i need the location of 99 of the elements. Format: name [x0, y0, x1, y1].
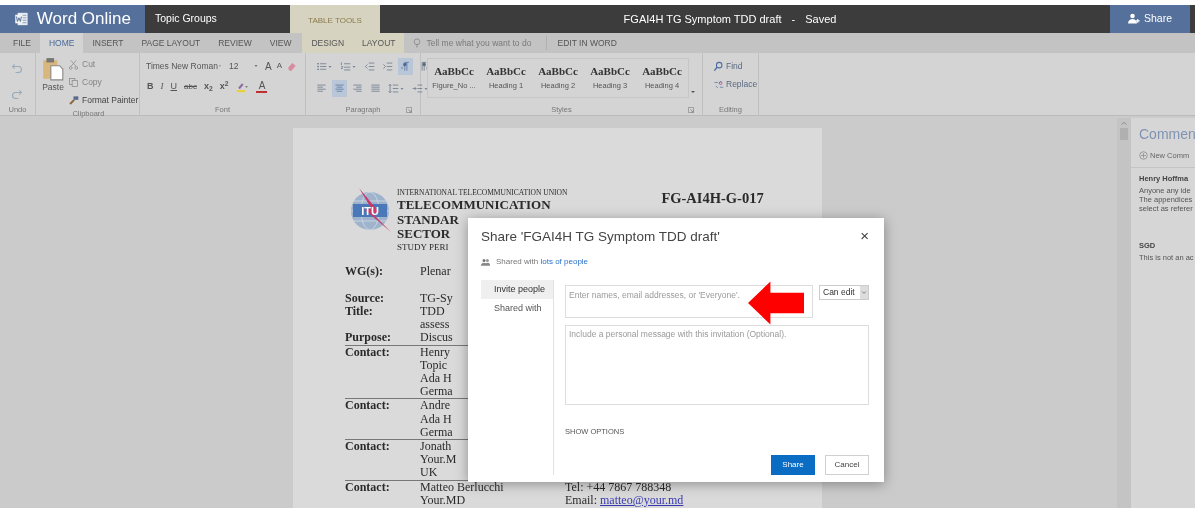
replace-button[interactable]: Replace: [713, 77, 758, 91]
email-link[interactable]: matteo@your.md: [600, 492, 684, 507]
invite-field[interactable]: Enter names, email addresses, or 'Everyone'.: [565, 285, 813, 318]
font-name-dropdown[interactable]: Times New Roman: [144, 58, 224, 74]
copy-icon: [68, 76, 79, 88]
lightbulb-icon: [412, 38, 423, 48]
cancel-button[interactable]: Cancel: [825, 455, 869, 475]
sector-name: STANDAR: [397, 212, 459, 227]
field-label: Contact:: [345, 480, 391, 496]
field-value: Your.MD: [420, 493, 466, 507]
message-field[interactable]: Include a personal message with this invitation (Optional).: [565, 325, 869, 405]
share-confirm-button[interactable]: Share: [771, 455, 815, 475]
people-link[interactable]: lots of people: [540, 257, 589, 266]
field-label: Source:: [345, 291, 386, 305]
painter-button[interactable]: Format Painter: [68, 92, 139, 108]
clipboard-icon: [42, 57, 64, 81]
field-value: Topic: [420, 358, 448, 372]
script-button[interactable]: x$_{2}$: [203, 80, 213, 94]
ribbon-tab[interactable]: HOME: [39, 33, 84, 53]
find-button[interactable]: Find: [713, 60, 758, 73]
app-name: Word Online: [36, 8, 131, 31]
dialog-launcher-icon[interactable]: [688, 107, 694, 113]
scroll-up-icon[interactable]: [1121, 120, 1127, 126]
context-group-label: TABLE TOOLS: [308, 15, 362, 27]
field-value: assess: [420, 318, 450, 332]
undo-button[interactable]: [10, 61, 25, 75]
sector-name: SECTOR: [397, 227, 451, 242]
grow-font-button[interactable]: A: [264, 58, 273, 74]
dialog-launcher-icon[interactable]: [406, 107, 412, 113]
paste-button[interactable]: Paste: [38, 53, 68, 108]
field-label: Purpose:: [345, 331, 392, 345]
redo-icon: [10, 88, 23, 100]
people-icon: [481, 258, 490, 266]
paintbrush-icon: [68, 94, 79, 106]
breadcrumb-link[interactable]: Topic Groups: [155, 11, 217, 27]
comments-title: Commen: [1139, 125, 1195, 144]
field-value: Your.M: [420, 453, 457, 467]
field-value: Henry: [420, 345, 450, 359]
field-value: Ada H: [420, 371, 452, 386]
strike-button[interactable]: abc: [184, 80, 197, 93]
field-label: Contact:: [345, 439, 391, 455]
field-value: TG-Sy: [420, 291, 453, 305]
underline-button[interactable]: U: [170, 80, 177, 94]
caret-icon: [217, 63, 222, 69]
bold-button[interactable]: B: [147, 80, 154, 94]
field-value: Ada H: [420, 412, 452, 426]
field-label: Contact:: [345, 345, 391, 361]
search-icon: [713, 60, 724, 72]
caret-icon: [860, 286, 868, 299]
script-button[interactable]: x$^{2}$: [219, 80, 229, 94]
ribbon-tab[interactable]: REVIEW: [209, 33, 261, 53]
add-person-icon: [1128, 13, 1140, 25]
eraser-icon[interactable]: [286, 60, 297, 72]
field-value: Germa: [420, 385, 453, 399]
field-value: Plenar: [420, 264, 451, 278]
dialog-tab[interactable]: Invite people: [481, 280, 553, 299]
dialog-tab[interactable]: Shared with: [481, 299, 553, 318]
more-styles-icon[interactable]: [689, 88, 697, 96]
ribbon-tab[interactable]: FILE: [4, 33, 40, 53]
scissors-icon: [68, 58, 79, 70]
sector-name: TELECOMMUNICATION: [397, 198, 551, 213]
field-value: Matteo Berlucchi: [420, 480, 504, 494]
ribbon-tab[interactable]: PAGE LAYOUT: [132, 33, 210, 53]
study-period: STUDY PERI: [397, 241, 449, 253]
document-title: FGAI4H TG Symptom TDD draft: [623, 11, 782, 27]
caret-icon: [253, 63, 259, 69]
ribbon-tab[interactable]: INSERT: [83, 33, 133, 53]
align-center-icon[interactable]: [332, 80, 347, 97]
field-value: Tel: +44 7867 788348: [565, 480, 673, 494]
field-value: Email: matteo@your.md: [565, 493, 684, 507]
share-button[interactable]: Share: [1110, 5, 1190, 33]
field-value: Discus: [420, 331, 453, 345]
field-label: WG(s):: [345, 264, 384, 278]
undo-icon: [10, 62, 23, 74]
replace-icon: [713, 78, 724, 90]
field-value: TDD: [420, 304, 445, 319]
field-value: Jonath: [420, 439, 452, 454]
edit-in-word-button[interactable]: EDIT IN WORD: [557, 36, 617, 50]
dialog-title: Share 'FGAI4H TG Symptom TDD draft': [481, 228, 720, 246]
save-status: Saved: [805, 11, 837, 27]
permission-dropdown[interactable]: Can edit: [819, 285, 869, 300]
ribbon-tab[interactable]: VIEW: [260, 33, 301, 53]
field-value: Andre: [420, 399, 450, 413]
field-label: Title:: [345, 304, 374, 320]
field-label: Contact:: [345, 399, 391, 415]
plus-circle-icon: [1139, 151, 1148, 161]
redo-button[interactable]: [10, 87, 25, 101]
font-color-button[interactable]: A: [256, 80, 268, 93]
italic-button[interactable]: I: [160, 80, 164, 94]
pointer-arrow: [748, 280, 804, 326]
shared-with-text: Shared with lots of people: [496, 256, 589, 268]
field-value: UK: [420, 466, 438, 480]
close-button[interactable]: ×: [860, 228, 869, 243]
field-value: Germa: [420, 425, 453, 439]
document-number: FG-AI4H-G-017: [661, 189, 764, 208]
title-separator: -: [791, 11, 796, 27]
pilcrow-icon[interactable]: [398, 58, 413, 75]
shrink-font-button[interactable]: A: [275, 60, 283, 72]
font-size-dropdown[interactable]: 12: [227, 58, 261, 74]
